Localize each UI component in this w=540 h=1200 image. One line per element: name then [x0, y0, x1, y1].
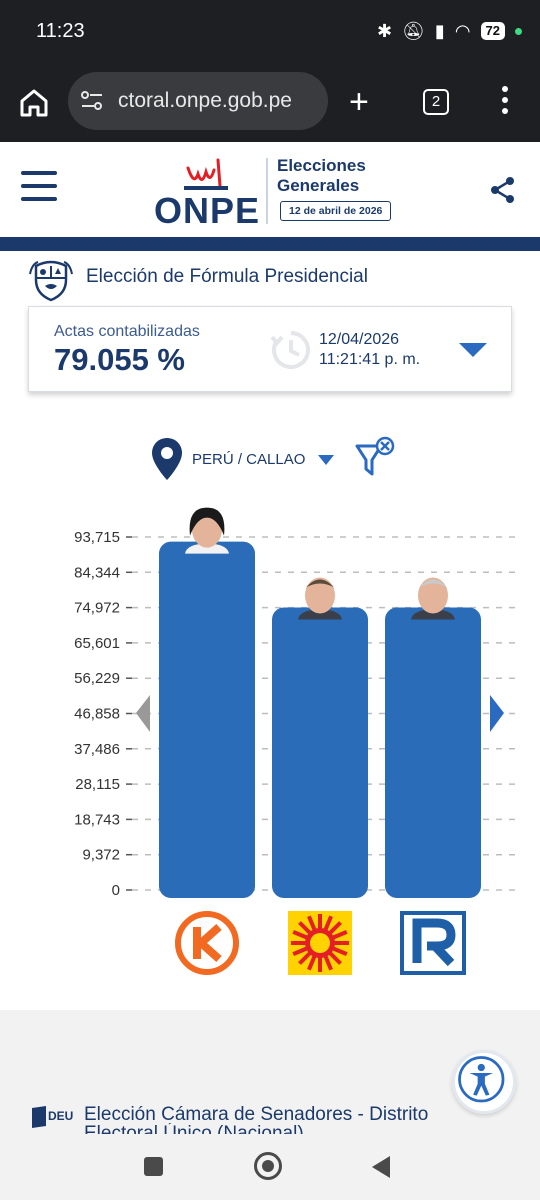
- y-tick-label: 74,972: [74, 600, 120, 617]
- election-date-badge: 12 de abril de 2026: [280, 201, 392, 221]
- y-tick-label: 9,372: [82, 847, 120, 864]
- actas-time: 11:21:41 p. m.: [319, 351, 421, 368]
- actas-timestamp: 12/04/2026 11:21:41 p. m.: [319, 330, 420, 370]
- system-nav-bar: [0, 1134, 540, 1200]
- coat-of-arms-icon: [29, 260, 73, 302]
- result-bar[interactable]: [159, 541, 255, 898]
- browser-menu-icon[interactable]: [500, 86, 510, 122]
- deu-logo-icon: DEU: [32, 1106, 73, 1128]
- browser-toolbar: ctoral.onpe.gob.pe + 2: [0, 64, 540, 142]
- signal-icon: ▮: [434, 21, 445, 41]
- logo-divider: [266, 158, 268, 224]
- actas-summary-card[interactable]: Actas contabilizadas 79.055 % 12/04/2026…: [28, 306, 512, 392]
- y-tick-label: 0: [112, 882, 120, 899]
- tab-switcher-button[interactable]: 2: [423, 89, 449, 115]
- actas-percentage: 79.055 %: [54, 342, 185, 377]
- y-tick-label: 18,743: [74, 811, 120, 828]
- home-icon[interactable]: [18, 88, 50, 118]
- candidate-photo: [411, 577, 455, 620]
- header-accent-bar: [0, 237, 540, 251]
- chevron-down-icon[interactable]: [318, 455, 334, 465]
- y-tick-label: 56,229: [74, 670, 120, 687]
- chevron-down-icon[interactable]: [459, 343, 487, 357]
- y-tick-label: 93,715: [74, 529, 120, 546]
- url-text: ctoral.onpe.gob.pe: [118, 89, 292, 112]
- battery-icon: 72: [480, 22, 505, 40]
- clear-filter-icon[interactable]: [355, 436, 395, 482]
- menu-icon[interactable]: [21, 171, 57, 203]
- candidate-photo: [298, 577, 342, 620]
- y-tick-label: 28,115: [75, 776, 120, 793]
- result-bar[interactable]: [385, 607, 481, 898]
- election-title-line1: Elecciones: [277, 156, 366, 175]
- election-title: Elecciones Generales: [277, 156, 366, 196]
- share-icon[interactable]: [490, 176, 516, 204]
- renovacion-popular-logo: [400, 911, 466, 975]
- accessibility-button[interactable]: [452, 1050, 516, 1114]
- election-title-line2: Generales: [277, 176, 360, 195]
- site-header: ONPE Elecciones Generales 12 de abril de…: [0, 142, 540, 238]
- deu-badge-text: DEU: [48, 1109, 73, 1123]
- status-bar: 11:23 ✱ 🔕︎ ▮ ◠ 72: [0, 0, 540, 64]
- site-settings-icon[interactable]: [80, 90, 104, 112]
- section-title: Elección de Fórmula Presidencial: [86, 266, 368, 287]
- location-pin-icon: [152, 438, 182, 480]
- privacy-dot: [515, 27, 522, 35]
- status-time: 11:23: [36, 20, 85, 42]
- result-bar[interactable]: [272, 607, 368, 898]
- candidate-photo: [185, 507, 229, 554]
- recents-button[interactable]: [144, 1157, 163, 1176]
- mute-icon: 🔕︎: [402, 21, 425, 41]
- y-tick-label: 46,858: [74, 706, 120, 723]
- region-selector[interactable]: PERÚ / CALLAO: [192, 451, 305, 468]
- onpe-logo-text[interactable]: ONPE: [154, 190, 260, 232]
- actas-label: Actas contabilizadas: [54, 323, 200, 340]
- accessibility-icon: [458, 1056, 505, 1103]
- fuerza-popular-logo: [175, 911, 239, 975]
- url-bar[interactable]: ctoral.onpe.gob.pe: [68, 72, 328, 130]
- next-arrow-icon[interactable]: [490, 695, 504, 732]
- wifi-icon: ◠: [454, 21, 471, 41]
- results-bar-chart: 93,715 84,344 74,972 65,601 56,229 46,858 37,4…: [74, 507, 516, 975]
- actas-date: 12/04/2026: [319, 331, 400, 348]
- y-tick-label: 37,486: [74, 741, 120, 758]
- y-tick-label: 84,344: [74, 564, 120, 581]
- new-tab-button[interactable]: +: [349, 82, 369, 122]
- history-clock-icon: [270, 331, 310, 369]
- status-icons: ✱ 🔕︎ ▮ ◠ 72: [377, 20, 522, 42]
- prev-arrow-icon[interactable]: [136, 695, 150, 732]
- bluetooth-icon: ✱: [376, 21, 393, 41]
- y-tick-label: 65,601: [74, 635, 120, 652]
- sun-party-logo: [288, 911, 352, 975]
- back-button[interactable]: [372, 1156, 390, 1178]
- home-button[interactable]: [254, 1152, 282, 1180]
